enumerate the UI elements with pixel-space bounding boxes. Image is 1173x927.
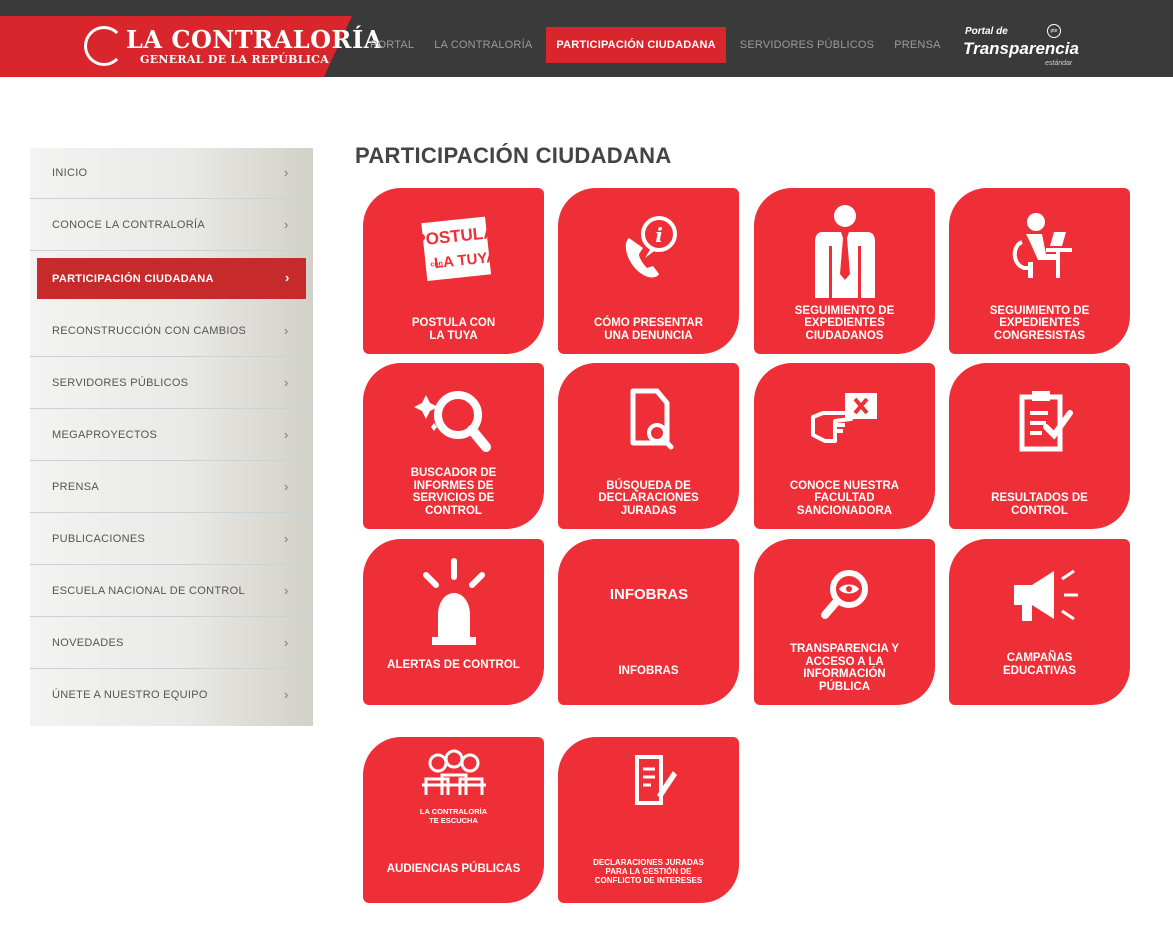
hand-card-x-icon — [754, 377, 935, 469]
magnifier-sparkle-icon — [363, 377, 544, 469]
sidebar-item-label: ESCUELA NACIONAL DE CONTROL — [52, 585, 245, 597]
sidebar-item-megaproyectos[interactable]: MEGAPROYECTOS › — [30, 410, 313, 461]
chevron-right-icon: › — [284, 479, 289, 494]
tile-label: SEGUIMIENTO DE EXPEDIENTES CIUDADANOS — [794, 304, 895, 342]
svg-text:i: i — [655, 223, 663, 247]
siren-icon — [363, 553, 544, 645]
tile-label: AUDIENCIAS PÚBLICAS — [386, 862, 521, 875]
chevron-right-icon: › — [285, 270, 290, 285]
nav-prensa[interactable]: PRENSA — [884, 27, 950, 63]
sidebar-item-label: SERVIDORES PÚBLICOS — [52, 377, 189, 389]
tile-buscador-de-informes[interactable]: BUSCADOR DE INFORMES DE SERVICIOS DE CON… — [363, 363, 544, 529]
sidebar-item-label: NOVEDADES — [52, 637, 124, 649]
tile-transparencia-acceso-informacion[interactable]: TRANSPARENCIA Y ACCESO A LA INFORMACIÓN … — [754, 539, 935, 705]
infobras-logo-text: INFOBRAS — [609, 586, 687, 603]
sidebar-item-publicaciones[interactable]: PUBLICACIONES › — [30, 514, 313, 565]
tile-label: TRANSPARENCIA Y ACCESO A LA INFORMACIÓN … — [789, 643, 900, 693]
nav-servidores-publicos[interactable]: SERVIDORES PÚBLICOS — [730, 27, 884, 63]
logo-subtitle: GENERAL DE LA REPÚBLICA — [140, 53, 330, 66]
sidebar-item-prensa[interactable]: PRENSA › — [30, 462, 313, 513]
chevron-right-icon: › — [284, 323, 289, 338]
tile-label: CÓMO PRESENTAR UNA DENUNCIA — [593, 317, 704, 342]
sidebar-item-label: PARTICIPACIÓN CIUDADANA — [52, 273, 214, 285]
tile-postula-con-la-tuya[interactable]: POSTULA con LA TUYA POSTULA CON LA TUYA — [363, 188, 544, 354]
person-tie-icon — [754, 202, 935, 298]
page-title: PARTICIPACIÓN CIUDADANA — [355, 143, 672, 168]
logo-swoosh-icon — [84, 26, 124, 66]
document-pen-icon — [558, 747, 739, 839]
audiencias-subtext: LA CONTRALORÍA TE ESCUCHA — [419, 807, 488, 825]
phone-info-icon: i — [558, 202, 739, 294]
sidebar-item-novedades[interactable]: NOVEDADES › — [30, 618, 313, 669]
tile-label: INFOBRAS — [618, 664, 679, 677]
tile-label: RESULTADOS DE CONTROL — [991, 492, 1088, 517]
sidebar-item-conoce-la-contraloria[interactable]: CONOCE LA CONTRALORÍA › — [30, 200, 313, 251]
nav-participacion-ciudadana[interactable]: PARTICIPACIÓN CIUDADANA — [546, 27, 726, 63]
document-search-icon — [558, 377, 739, 469]
portal-label-est: estándar — [1045, 60, 1073, 67]
tile-label: POSTULA CON LA TUYA — [411, 317, 496, 342]
megaphone-icon — [949, 553, 1130, 645]
tile-resultados-de-control[interactable]: RESULTADOS DE CONTROL — [949, 363, 1130, 529]
sidebar-menu: INICIO › CONOCE LA CONTRALORÍA › PARTICI… — [30, 148, 313, 726]
sidebar-item-label: RECONSTRUCCIÓN CON CAMBIOS — [52, 325, 247, 337]
main-nav: PORTAL LA CONTRALORÍA PARTICIPACIÓN CIUD… — [360, 26, 951, 64]
chevron-right-icon: › — [284, 687, 289, 702]
tile-seguimiento-expedientes-congresistas[interactable]: SEGUIMIENTO DE EXPEDIENTES CONGRESISTAS — [949, 188, 1130, 354]
nav-portal[interactable]: PORTAL — [360, 27, 424, 63]
sidebar-item-label: MEGAPROYECTOS — [52, 429, 158, 441]
sidebar-item-unete-a-nuestro-equipo[interactable]: ÚNETE A NUESTRO EQUIPO › — [30, 670, 313, 721]
portal-label-big: Transparencia — [963, 39, 1079, 58]
infobras-logo-icon: INFOBRAS — [558, 553, 739, 645]
portal-label-small: Portal de — [965, 26, 1008, 37]
sidebar-item-reconstruccion-con-cambios[interactable]: RECONSTRUCCIÓN CON CAMBIOS › — [30, 306, 313, 357]
tile-seguimiento-expedientes-ciudadanos[interactable]: SEGUIMIENTO DE EXPEDIENTES CIUDADANOS — [754, 188, 935, 354]
tile-alertas-de-control[interactable]: ALERTAS DE CONTROL — [363, 539, 544, 705]
tile-conoce-facultad-sancionadora[interactable]: CONOCE NUESTRA FACULTAD SANCIONADORA — [754, 363, 935, 529]
tile-como-presentar-una-denuncia[interactable]: i CÓMO PRESENTAR UNA DENUNCIA — [558, 188, 739, 354]
sidebar-item-inicio[interactable]: INICIO › — [30, 148, 313, 199]
sidebar-item-label: PRENSA — [52, 481, 100, 493]
tile-audiencias-publicas[interactable]: LA CONTRALORÍA TE ESCUCHA AUDIENCIAS PÚB… — [363, 737, 544, 903]
chevron-right-icon: › — [284, 583, 289, 598]
sidebar-item-servidores-publicos[interactable]: SERVIDORES PÚBLICOS › — [30, 358, 313, 409]
tile-label: ALERTAS DE CONTROL — [387, 658, 520, 671]
sidebar-item-label: CONOCE LA CONTRALORÍA — [52, 219, 205, 231]
sidebar-item-label: PUBLICACIONES — [52, 533, 146, 545]
portal-pte-icon: pte — [1047, 24, 1061, 38]
clipboard-check-icon — [949, 377, 1130, 469]
logo-title[interactable]: LA CONTRALORÍA — [126, 25, 383, 54]
chevron-right-icon: › — [284, 427, 289, 442]
eye-magnifier-icon — [754, 553, 935, 645]
portal-transparencia-link[interactable]: Portal de pte Transparencia estándar — [963, 24, 1083, 72]
tile-infobras[interactable]: INFOBRAS INFOBRAS — [558, 539, 739, 705]
top-bar: LA CONTRALORÍA GENERAL DE LA REPÚBLICA P… — [0, 0, 1173, 77]
tile-declaraciones-juradas-conflicto-intereses[interactable]: DECLARACIONES JURADAS PARA LA GESTIÓN DE… — [558, 737, 739, 903]
chevron-right-icon: › — [284, 165, 289, 180]
chevron-right-icon: › — [284, 375, 289, 390]
person-desk-icon — [949, 202, 1130, 294]
tile-label: BÚSQUEDA DE DECLARACIONES JURADAS — [598, 479, 699, 517]
tile-label: SEGUIMIENTO DE EXPEDIENTES CONGRESISTAS — [989, 304, 1090, 342]
chevron-right-icon: › — [284, 635, 289, 650]
tile-label: CONOCE NUESTRA FACULTAD SANCIONADORA — [789, 479, 900, 517]
tile-label: CAMPAÑAS EDUCATIVAS — [1002, 652, 1077, 677]
sidebar-item-label: ÚNETE A NUESTRO EQUIPO — [52, 689, 208, 701]
nav-la-contraloria[interactable]: LA CONTRALORÍA — [424, 27, 542, 63]
sidebar-item-label: INICIO — [52, 167, 88, 179]
sidebar-item-escuela-nacional-de-control[interactable]: ESCUELA NACIONAL DE CONTROL › — [30, 566, 313, 617]
sidebar-item-participacion-ciudadana[interactable]: PARTICIPACIÓN CIUDADANA › — [37, 258, 306, 299]
tile-label: DECLARACIONES JURADAS PARA LA GESTIÓN DE… — [593, 858, 704, 885]
tile-busqueda-declaraciones-juradas[interactable]: BÚSQUEDA DE DECLARACIONES JURADAS — [558, 363, 739, 529]
chevron-right-icon: › — [284, 217, 289, 232]
chevron-right-icon: › — [284, 531, 289, 546]
tile-campanas-educativas[interactable]: CAMPAÑAS EDUCATIVAS — [949, 539, 1130, 705]
postula-badge-icon: POSTULA con LA TUYA — [363, 202, 544, 294]
tile-label: BUSCADOR DE INFORMES DE SERVICIOS DE CON… — [410, 467, 497, 517]
